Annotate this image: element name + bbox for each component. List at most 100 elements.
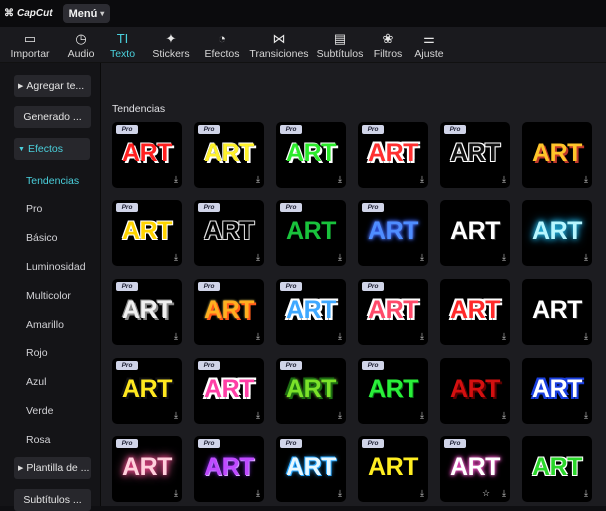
sidebar-subitem-verde[interactable]: Verde (26, 405, 53, 417)
effect-card[interactable]: Pro ART ⤓ (358, 358, 428, 424)
download-icon[interactable]: ⤓ (256, 174, 260, 185)
title-bar: ⌘ CapCut Menú ▾ (0, 0, 606, 27)
effect-preview-text: ART (204, 217, 254, 245)
download-icon[interactable]: ⤓ (584, 174, 588, 185)
effect-card[interactable]: ART ⤓ (522, 436, 592, 502)
import-icon: ▭ (23, 30, 37, 46)
effect-card[interactable]: Pro ART ☆ ⤓ (440, 436, 510, 502)
effect-card[interactable]: ART ⤓ (522, 200, 592, 266)
effect-card[interactable]: Pro ART ⤓ (194, 122, 264, 188)
download-icon[interactable]: ⤓ (338, 488, 342, 499)
star-icon[interactable]: ☆ (482, 488, 490, 499)
download-icon[interactable]: ⤓ (502, 331, 506, 342)
effect-preview-text: ART (450, 375, 500, 403)
menu-button[interactable]: Menú ▾ (62, 4, 111, 23)
tab-stickers[interactable]: ✦ Stickers (144, 27, 198, 63)
download-icon[interactable]: ⤓ (502, 410, 506, 421)
download-icon[interactable]: ⤓ (420, 252, 424, 263)
effect-card[interactable]: Pro ART ⤓ (112, 279, 182, 345)
effect-card[interactable]: Pro ART ⤓ (358, 436, 428, 502)
effect-card[interactable]: ART ⤓ (522, 122, 592, 188)
download-icon[interactable]: ⤓ (584, 331, 588, 342)
effect-preview-text: ART (286, 375, 336, 403)
download-icon[interactable]: ⤓ (338, 252, 342, 263)
tab-efectos[interactable]: ◔ Efectos (201, 27, 243, 63)
sidebar-subtitles[interactable]: Subtítulos ... (14, 489, 91, 511)
effect-card[interactable]: Pro ART ⤓ (112, 122, 182, 188)
download-icon[interactable]: ⤓ (338, 174, 342, 185)
sidebar-add-text[interactable]: ▶ Agregar te... (14, 75, 91, 97)
download-icon[interactable]: ⤓ (420, 174, 424, 185)
download-icon[interactable]: ⤓ (584, 252, 588, 263)
pro-badge: Pro (362, 439, 384, 448)
effect-card[interactable]: Pro ART ⤓ (358, 122, 428, 188)
pro-badge: Pro (280, 439, 302, 448)
effect-preview-text: ART (286, 453, 336, 481)
download-icon[interactable]: ⤓ (584, 410, 588, 421)
tab-importar[interactable]: ▭ Importar (2, 27, 58, 63)
tab-ajuste[interactable]: ⚌ Ajuste (411, 27, 447, 63)
tab-label: Audio (67, 48, 95, 60)
effect-card[interactable]: Pro ART ⤓ (276, 436, 346, 502)
download-icon[interactable]: ⤓ (174, 488, 178, 499)
download-icon[interactable]: ⤓ (256, 252, 260, 263)
effect-card[interactable]: Pro ART ⤓ (440, 122, 510, 188)
effect-card[interactable]: Pro ART ⤓ (276, 279, 346, 345)
download-icon[interactable]: ⤓ (174, 174, 178, 185)
effect-card[interactable]: Pro ART ⤓ (112, 200, 182, 266)
sidebar-subitem-azul[interactable]: Azul (26, 376, 46, 388)
effect-card[interactable]: ART ⤓ (440, 358, 510, 424)
download-icon[interactable]: ⤓ (256, 331, 260, 342)
effect-card[interactable]: Pro ART ⤓ (112, 436, 182, 502)
sidebar-label: Subtítulos ... (23, 494, 82, 506)
tab-texto[interactable]: TI Texto (104, 27, 141, 63)
effect-card[interactable]: Pro ART ⤓ (358, 200, 428, 266)
download-icon[interactable]: ⤓ (502, 488, 506, 499)
sidebar-subitem-pro[interactable]: Pro (26, 203, 42, 215)
sidebar-subitem-multicolor[interactable]: Multicolor (26, 290, 71, 302)
effect-card[interactable]: Pro ART ⤓ (276, 200, 346, 266)
sidebar-templates[interactable]: ▶ Plantilla de ... (14, 457, 91, 479)
effect-card[interactable]: Pro ART ⤓ (194, 279, 264, 345)
effect-preview-text: ART (450, 296, 500, 324)
effect-card[interactable]: Pro ART ⤓ (194, 358, 264, 424)
effect-card[interactable]: ART ⤓ (522, 279, 592, 345)
download-icon[interactable]: ⤓ (502, 174, 506, 185)
sidebar-subitem-amarillo[interactable]: Amarillo (26, 319, 64, 331)
tab-transiciones[interactable]: ⋈ Transiciones (246, 27, 312, 63)
sidebar-subitem-básico[interactable]: Básico (26, 232, 58, 244)
download-icon[interactable]: ⤓ (174, 410, 178, 421)
download-icon[interactable]: ⤓ (338, 331, 342, 342)
effect-card[interactable]: Pro ART ⤓ (112, 358, 182, 424)
effect-card[interactable]: ART ⤓ (522, 358, 592, 424)
sidebar-generated[interactable]: Generado ... (14, 106, 91, 128)
sidebar-effects[interactable]: ▼ Efectos (14, 138, 90, 160)
text-icon: TI (116, 31, 129, 46)
effect-card[interactable]: Pro ART ⤓ (276, 358, 346, 424)
download-icon[interactable]: ⤓ (420, 410, 424, 421)
tab-filtros[interactable]: ❀ Filtros (368, 27, 408, 63)
effect-card[interactable]: Pro ART ⤓ (194, 436, 264, 502)
download-icon[interactable]: ⤓ (174, 331, 178, 342)
download-icon[interactable]: ⤓ (584, 488, 588, 499)
sidebar-label: Generado ... (23, 111, 82, 123)
effect-card[interactable]: Pro ART ⤓ (276, 122, 346, 188)
effect-card[interactable]: Pro ART ⤓ (194, 200, 264, 266)
download-icon[interactable]: ⤓ (174, 252, 178, 263)
download-icon[interactable]: ⤓ (502, 252, 506, 263)
sidebar-subitem-tendencias[interactable]: Tendencias (26, 175, 79, 187)
tab-subtítulos[interactable]: ▤ Subtítulos (315, 27, 365, 63)
sidebar-subitem-rojo[interactable]: Rojo (26, 347, 48, 359)
sidebar-subitem-rosa[interactable]: Rosa (26, 434, 51, 446)
download-icon[interactable]: ⤓ (256, 488, 260, 499)
download-icon[interactable]: ⤓ (338, 410, 342, 421)
effect-preview-text: ART (286, 296, 336, 324)
effect-card[interactable]: ART ⤓ (440, 279, 510, 345)
download-icon[interactable]: ⤓ (256, 410, 260, 421)
tab-audio[interactable]: ◷ Audio (61, 27, 101, 63)
effect-card[interactable]: ART ⤓ (440, 200, 510, 266)
download-icon[interactable]: ⤓ (420, 488, 424, 499)
download-icon[interactable]: ⤓ (420, 331, 424, 342)
effect-card[interactable]: Pro ART ⤓ (358, 279, 428, 345)
sidebar-subitem-luminosidad[interactable]: Luminosidad (26, 261, 86, 273)
